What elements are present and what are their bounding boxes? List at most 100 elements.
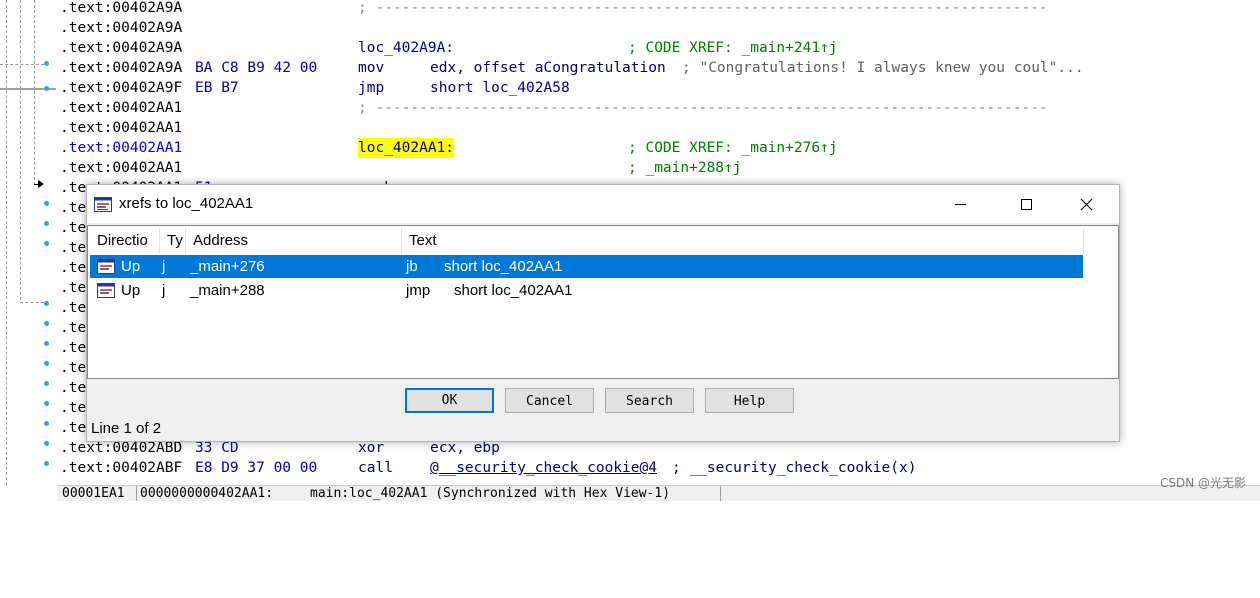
row-operand: short loc_402AA1 [454, 282, 573, 299]
row-direction: Up [121, 258, 141, 275]
close-button[interactable] [1065, 185, 1111, 223]
segment-address: .te [60, 300, 87, 316]
ok-button[interactable]: OK [405, 388, 494, 413]
dialog-title: xrefs to loc_402AA1 [119, 195, 254, 212]
xref-comment: ; _main+288↑j [628, 160, 742, 176]
listing-line[interactable]: .text:00402AA1 [58, 118, 182, 138]
separator-comment: ; --------------------------------------… [358, 0, 1048, 16]
minimize-button[interactable] [937, 185, 983, 223]
flow-dot-icon [44, 421, 49, 426]
listing-line[interactable]: .text:00402A9A loc_402A9A: ; CODE XREF: … [58, 38, 838, 58]
segment-address: .text:00402A9A [60, 60, 183, 76]
separator-comment: ; --------------------------------------… [358, 100, 1048, 116]
cancel-button[interactable]: Cancel [505, 388, 594, 413]
segment-address: .te [60, 320, 87, 336]
column-header-type[interactable]: Ty [160, 228, 186, 254]
code-label[interactable]: loc_402A9A: [358, 38, 454, 58]
xref-comment: ; CODE XREF: _main+276↑j [628, 140, 838, 156]
xref-row-icon [97, 259, 115, 274]
opcode-bytes: EB B7 [195, 80, 239, 96]
flow-dot-icon [44, 241, 49, 246]
file-offset: 00001EA1 [62, 486, 125, 501]
flow-line [6, 0, 7, 485]
code-label-highlighted[interactable]: loc_402AA1: [358, 138, 455, 158]
search-button[interactable]: Search [605, 388, 694, 413]
help-button[interactable]: Help [705, 388, 794, 413]
string-comment: ; "Congratulations! I always knew you co… [682, 60, 1084, 76]
flow-dot-icon [44, 321, 49, 326]
xrefs-dialog[interactable]: xrefs to loc_402AA1 Directio Ty Address … [86, 184, 1120, 442]
column-header-text[interactable]: Text [402, 228, 1084, 254]
listing-line[interactable]: .text:00402A9F EB B7 jmp short loc_402A5… [58, 78, 570, 98]
listing-line[interactable]: .text:00402AA1 ; -----------------------… [58, 98, 1048, 118]
list-header: Directio Ty Address Text [90, 228, 1116, 254]
mnemonic: mov [358, 60, 385, 76]
xrefs-list[interactable]: Directio Ty Address Text Up j _main+276 … [87, 225, 1119, 379]
flow-arrows-gutter [0, 0, 58, 485]
xref-row-selected[interactable]: Up j _main+276 jb short loc_402AA1 [90, 255, 1083, 278]
segment-address: .te [60, 220, 87, 236]
flow-dot-icon [44, 341, 49, 346]
dialog-titlebar[interactable]: xrefs to loc_402AA1 [87, 185, 1119, 223]
flow-dot-icon [44, 221, 49, 226]
maximize-icon [1021, 199, 1032, 210]
segment-address: .te [60, 260, 87, 276]
flow-dot-icon [44, 86, 49, 91]
xref-row[interactable]: Up j _main+288 jmp short loc_402AA1 [90, 279, 1083, 302]
segment-address: .te [60, 400, 87, 416]
flow-dot-icon [44, 361, 49, 366]
arrow-head-icon [38, 180, 44, 188]
listing-line[interactable]: .text:00402AA1 ; _main+288↑j [58, 158, 742, 178]
column-header-address[interactable]: Address [186, 228, 402, 254]
flow-line [20, 0, 21, 300]
line-count-status: Line 1 of 2 [91, 420, 162, 437]
list-blank-area [1084, 252, 1116, 376]
segment-address: .text:00402A9A [60, 0, 183, 16]
sync-context: main:loc_402AA1 (Synchronized with Hex V… [310, 486, 671, 501]
flow-dot-icon [44, 301, 49, 306]
function-reference-link[interactable]: @__security_check_cookie@4 [430, 458, 657, 478]
listing-line[interactable]: .text:00402A9A [58, 18, 182, 38]
segment-address: .text:00402AA1 [60, 100, 183, 116]
mnemonic: jmp [358, 80, 385, 96]
row-address: _main+276 [190, 258, 265, 275]
row-type: j [162, 282, 166, 299]
flow-dot-icon [44, 401, 49, 406]
segment-address: .te [60, 340, 87, 356]
maximize-button[interactable] [1003, 185, 1049, 223]
xrefs-app-icon [94, 197, 112, 212]
flow-dot-icon [44, 381, 49, 386]
segment-address: .text:00402AA1 [60, 160, 183, 176]
segment-address: .te [60, 380, 87, 396]
listing-line[interactable]: .text:00402ABF E8 D9 37 00 00 call @__se… [58, 458, 916, 478]
segment-address: .te [60, 420, 87, 436]
segment-address: .text:00402AA1 [60, 140, 183, 156]
flow-line [0, 64, 44, 65]
row-address: _main+288 [190, 282, 265, 299]
flow-dot-icon [44, 441, 49, 446]
row-operand: short loc_402AA1 [444, 258, 563, 275]
segment-address: .text:00402A9A [60, 40, 183, 56]
column-header-direction[interactable]: Directio [90, 228, 160, 254]
flow-dot-icon [44, 61, 49, 66]
flow-dot-icon [44, 201, 49, 206]
operand[interactable]: edx, offset aCongratulation [430, 58, 666, 78]
close-icon [1080, 198, 1093, 211]
opcode-bytes: BA C8 B9 42 00 [195, 60, 318, 76]
listing-line[interactable]: .text:00402AA1 loc_402AA1: ; CODE XREF: … [58, 138, 838, 158]
listing-line[interactable]: .text:00402A9A ; -----------------------… [58, 0, 1048, 18]
row-mnemonic: jmp [406, 282, 431, 299]
minimize-icon [955, 204, 966, 205]
segment-address: .te [60, 240, 87, 256]
listing-line[interactable]: .text:00402A9A BA C8 B9 42 00 mov edx, o… [58, 58, 1084, 78]
operand[interactable]: short loc_402A58 [430, 78, 570, 98]
row-direction: Up [121, 282, 141, 299]
function-comment: ; __security_check_cookie(x) [672, 460, 917, 476]
segment-address: .text:00402AA1 [60, 120, 183, 136]
segment-address: .text:00402A9A [60, 20, 183, 36]
segment-address: .te [60, 360, 87, 376]
status-divider [136, 486, 137, 501]
segment-address: .text:00402A9F [60, 80, 183, 96]
flow-line [20, 302, 44, 303]
status-divider [720, 486, 721, 501]
